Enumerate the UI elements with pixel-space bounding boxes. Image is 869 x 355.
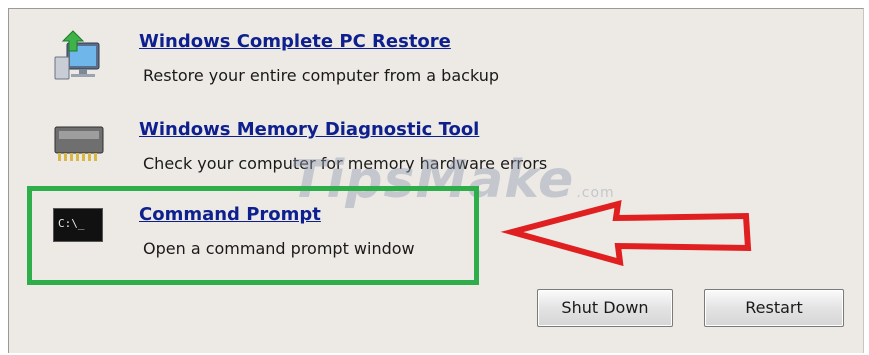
pc-restore-link[interactable]: Windows Complete PC Restore (139, 31, 451, 52)
command-prompt-icon-text: C:\_ (58, 217, 85, 230)
shut-down-button[interactable]: Shut Down (537, 289, 673, 327)
command-prompt-link[interactable]: Command Prompt (139, 204, 321, 225)
command-prompt-description: Open a command prompt window (143, 239, 415, 258)
command-prompt-icon: C:\_ (53, 208, 103, 242)
memory-diagnostic-link[interactable]: Windows Memory Diagnostic Tool (139, 119, 479, 140)
pc-restore-icon (53, 29, 103, 80)
restart-button[interactable]: Restart (704, 289, 844, 327)
memory-chip-icon (53, 121, 104, 167)
memory-diagnostic-description: Check your computer for memory hardware … (143, 154, 548, 173)
pc-restore-description: Restore your entire computer from a back… (143, 66, 500, 85)
system-recovery-options-panel: Windows Complete PC Restore Restore your… (8, 8, 864, 353)
